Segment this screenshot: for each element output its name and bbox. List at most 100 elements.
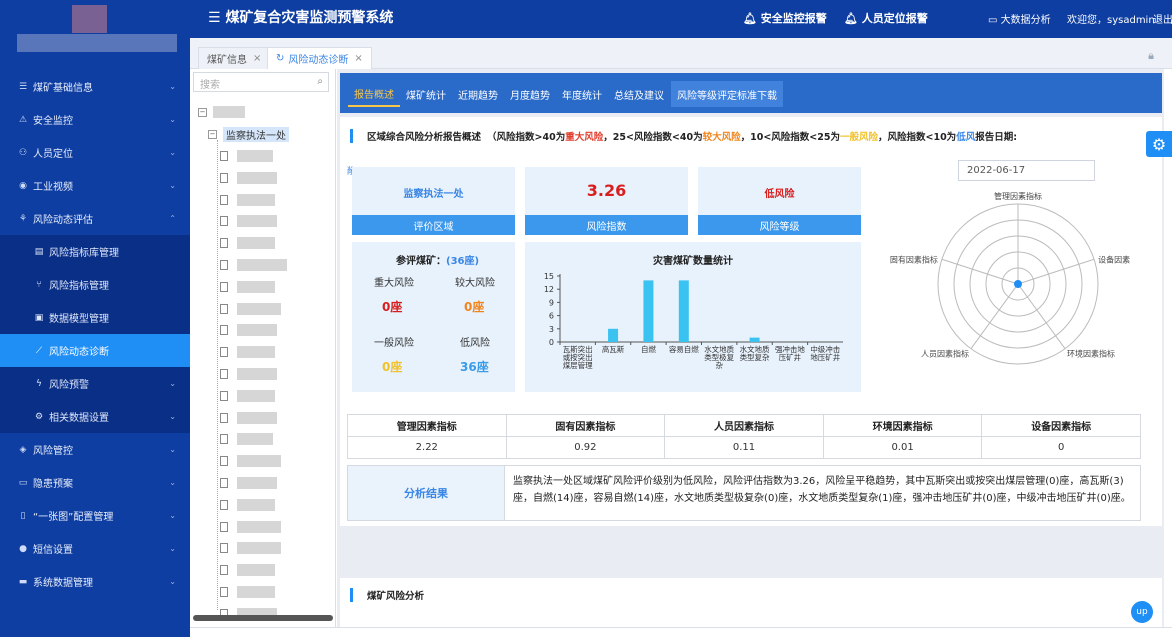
sidebar-item-data-settings[interactable]: ⚙ 相关数据设置 ⌄ bbox=[0, 400, 190, 433]
file-icon bbox=[220, 587, 228, 597]
tree-leaf[interactable] bbox=[220, 585, 275, 599]
tree-root[interactable]: − bbox=[198, 105, 245, 119]
horizontal-scrollbar[interactable] bbox=[193, 615, 333, 621]
subtab-overview[interactable]: 报告概述 bbox=[348, 81, 400, 107]
file-icon bbox=[220, 281, 228, 292]
file-icon bbox=[220, 151, 228, 161]
subtab-mine-stats[interactable]: 煤矿统计 bbox=[400, 81, 452, 107]
tree-leaf[interactable] bbox=[220, 345, 275, 359]
bigdata-link[interactable]: ▭ 大数据分析 bbox=[988, 11, 1051, 26]
tree-leaf[interactable] bbox=[220, 323, 277, 337]
radar-axis bbox=[970, 283, 1019, 350]
sidebar-item-sys-data[interactable]: ▬ 系统数据管理 ⌄ bbox=[0, 565, 190, 598]
sidebar-item-risk-warning[interactable]: ϟ 风险预警 ⌄ bbox=[0, 367, 190, 400]
tree-leaf[interactable] bbox=[220, 476, 277, 490]
tree-leaf[interactable] bbox=[220, 411, 277, 425]
search-input[interactable]: 搜索 ⌕ bbox=[193, 72, 329, 92]
tree-leaf[interactable] bbox=[220, 302, 281, 316]
bell-icon: 🔔︎ bbox=[743, 12, 761, 25]
safety-alarm-link[interactable]: 🔔︎ 安全监控报警 bbox=[743, 10, 827, 26]
tree-leaf[interactable] bbox=[220, 389, 275, 403]
table-header-cell: 环境因素指标 bbox=[822, 414, 983, 437]
scroll-up-button[interactable]: up bbox=[1131, 601, 1153, 623]
tree-leaf[interactable] bbox=[220, 432, 273, 446]
date-input[interactable]: 2022-06-17 bbox=[958, 160, 1095, 181]
sidebar-item-personnel[interactable]: ⚇ 人员定位 ⌄ bbox=[0, 136, 190, 169]
tree-leaf[interactable] bbox=[220, 454, 281, 468]
chevron-down-icon: ⌄ bbox=[169, 379, 176, 388]
blurred-label bbox=[237, 346, 275, 359]
blurred-label bbox=[237, 215, 277, 228]
sidebar-item-indicator-lib[interactable]: ▤ 风险指标库管理 bbox=[0, 235, 190, 268]
subtab-recent-trend[interactable]: 近期趋势 bbox=[452, 81, 504, 107]
tree-leaf[interactable] bbox=[220, 498, 275, 512]
tree-leaf[interactable] bbox=[220, 520, 281, 534]
subtab-summary[interactable]: 总结及建议 bbox=[608, 81, 670, 107]
menu-icon[interactable]: ☰ bbox=[208, 10, 225, 26]
y-tick-label: 9 bbox=[549, 298, 554, 307]
tab-risk-diagnosis[interactable]: ↻ 风险动态诊断 × bbox=[267, 47, 372, 69]
welcome-text: 欢迎您，sysadmin bbox=[1067, 15, 1155, 26]
collapse-icon[interactable]: − bbox=[198, 107, 207, 117]
chevron-down-icon: ⌄ bbox=[169, 82, 176, 91]
blurred-label bbox=[237, 259, 287, 271]
sidebar-item-indicator-mgmt[interactable]: ⑂ 风险指标管理 bbox=[0, 268, 190, 301]
radar-label: 管理因素指标 bbox=[994, 191, 1042, 201]
close-icon[interactable]: × bbox=[354, 53, 362, 64]
sidebar: ☰ 煤矿基础信息 ⌄ ⚠ 安全监控 ⌄ ⚇ 人员定位 ⌄ ◉ 工业视频 ⌄ ⚘ 风险动态评估 ⌃ ▤… bbox=[0, 0, 190, 637]
blurred-label bbox=[213, 106, 245, 118]
sidebar-item-map-config[interactable]: ▯ “一张图”配置管理 ⌄ bbox=[0, 499, 190, 532]
blurred-label bbox=[237, 520, 281, 533]
warning-icon: ⚠ bbox=[18, 114, 28, 125]
settings-gear-icon[interactable]: ⚙ bbox=[1146, 131, 1172, 157]
collapse-icon[interactable]: − bbox=[208, 129, 217, 139]
sidebar-item-sms[interactable]: ● 短信设置 ⌄ bbox=[0, 532, 190, 565]
tabbar: 煤矿信息 × ↻ 风险动态诊断 × 🔒︎ bbox=[190, 38, 1172, 69]
x-tick-label: 地压矿井 bbox=[810, 352, 840, 362]
radar-point bbox=[1014, 280, 1022, 288]
radar-label: 固有因素指标 bbox=[890, 254, 938, 264]
sidebar-item-video[interactable]: ◉ 工业视频 ⌄ bbox=[0, 169, 190, 202]
subtab-monthly-trend[interactable]: 月度趋势 bbox=[504, 81, 556, 107]
file-icon bbox=[220, 303, 228, 314]
tree-leaf[interactable] bbox=[220, 149, 273, 163]
sidebar-item-risk-eval[interactable]: ⚘ 风险动态评估 ⌃ bbox=[0, 202, 190, 235]
gear-icon: ⚙ bbox=[34, 411, 44, 422]
sidebar-item-risk-diagnosis[interactable]: ⟋ 风险动态诊断 bbox=[0, 334, 190, 367]
bar-chart: 03691215瓦斯突出或按突出煤层管理高瓦斯 自燃 容易自燃 水文地质类型极复杂水文… bbox=[544, 272, 843, 370]
blurred-label bbox=[237, 542, 281, 555]
subtab-yearly-stats[interactable]: 年度统计 bbox=[556, 81, 608, 107]
blurred-label bbox=[237, 302, 281, 315]
tree-node-dept1[interactable]: − 监察执法一处 bbox=[208, 126, 289, 142]
logo-text bbox=[17, 34, 177, 52]
tree-leaf[interactable] bbox=[220, 367, 277, 381]
radar-label: 人员因素指标 bbox=[921, 349, 969, 359]
bar bbox=[749, 337, 760, 342]
tree-leaf[interactable] bbox=[220, 236, 275, 250]
sidebar-item-hazard[interactable]: ▭ 隐患预案 ⌄ bbox=[0, 466, 190, 499]
sidebar-item-risk-control[interactable]: ◈ 风险管控 ⌄ bbox=[0, 433, 190, 466]
tree-leaf[interactable] bbox=[220, 258, 287, 272]
tree-leaf[interactable] bbox=[220, 193, 275, 207]
x-tick-label: 自燃 bbox=[641, 344, 656, 354]
list-icon: ☰ bbox=[18, 81, 28, 92]
subtab-download-standard[interactable]: 风险等级评定标准下载 bbox=[671, 81, 783, 107]
logout-link[interactable]: 退出 bbox=[1153, 11, 1172, 26]
tree-leaf[interactable] bbox=[220, 214, 277, 228]
level-label: 风险等级 bbox=[698, 215, 861, 235]
tree-leaf[interactable] bbox=[220, 171, 277, 185]
refresh-icon: ↻ bbox=[276, 53, 285, 64]
tree-leaf[interactable] bbox=[220, 563, 275, 577]
blurred-label bbox=[237, 150, 273, 162]
area-label: 评价区域 bbox=[352, 215, 515, 235]
tab-mine-info[interactable]: 煤矿信息 × bbox=[198, 47, 271, 69]
lock-icon[interactable]: 🔒︎ bbox=[1148, 49, 1154, 63]
sidebar-item-model-mgmt[interactable]: ▣ 数据模型管理 bbox=[0, 301, 190, 334]
file-icon bbox=[220, 434, 228, 445]
tree-leaf[interactable] bbox=[220, 541, 281, 555]
sidebar-item-mine-info[interactable]: ☰ 煤矿基础信息 ⌄ bbox=[0, 70, 190, 103]
close-icon[interactable]: × bbox=[253, 53, 261, 64]
sidebar-item-safety-monitor[interactable]: ⚠ 安全监控 ⌄ bbox=[0, 103, 190, 136]
tree-leaf[interactable] bbox=[220, 280, 275, 294]
personnel-alarm-link[interactable]: 🔔︎ 人员定位报警 bbox=[844, 10, 928, 26]
